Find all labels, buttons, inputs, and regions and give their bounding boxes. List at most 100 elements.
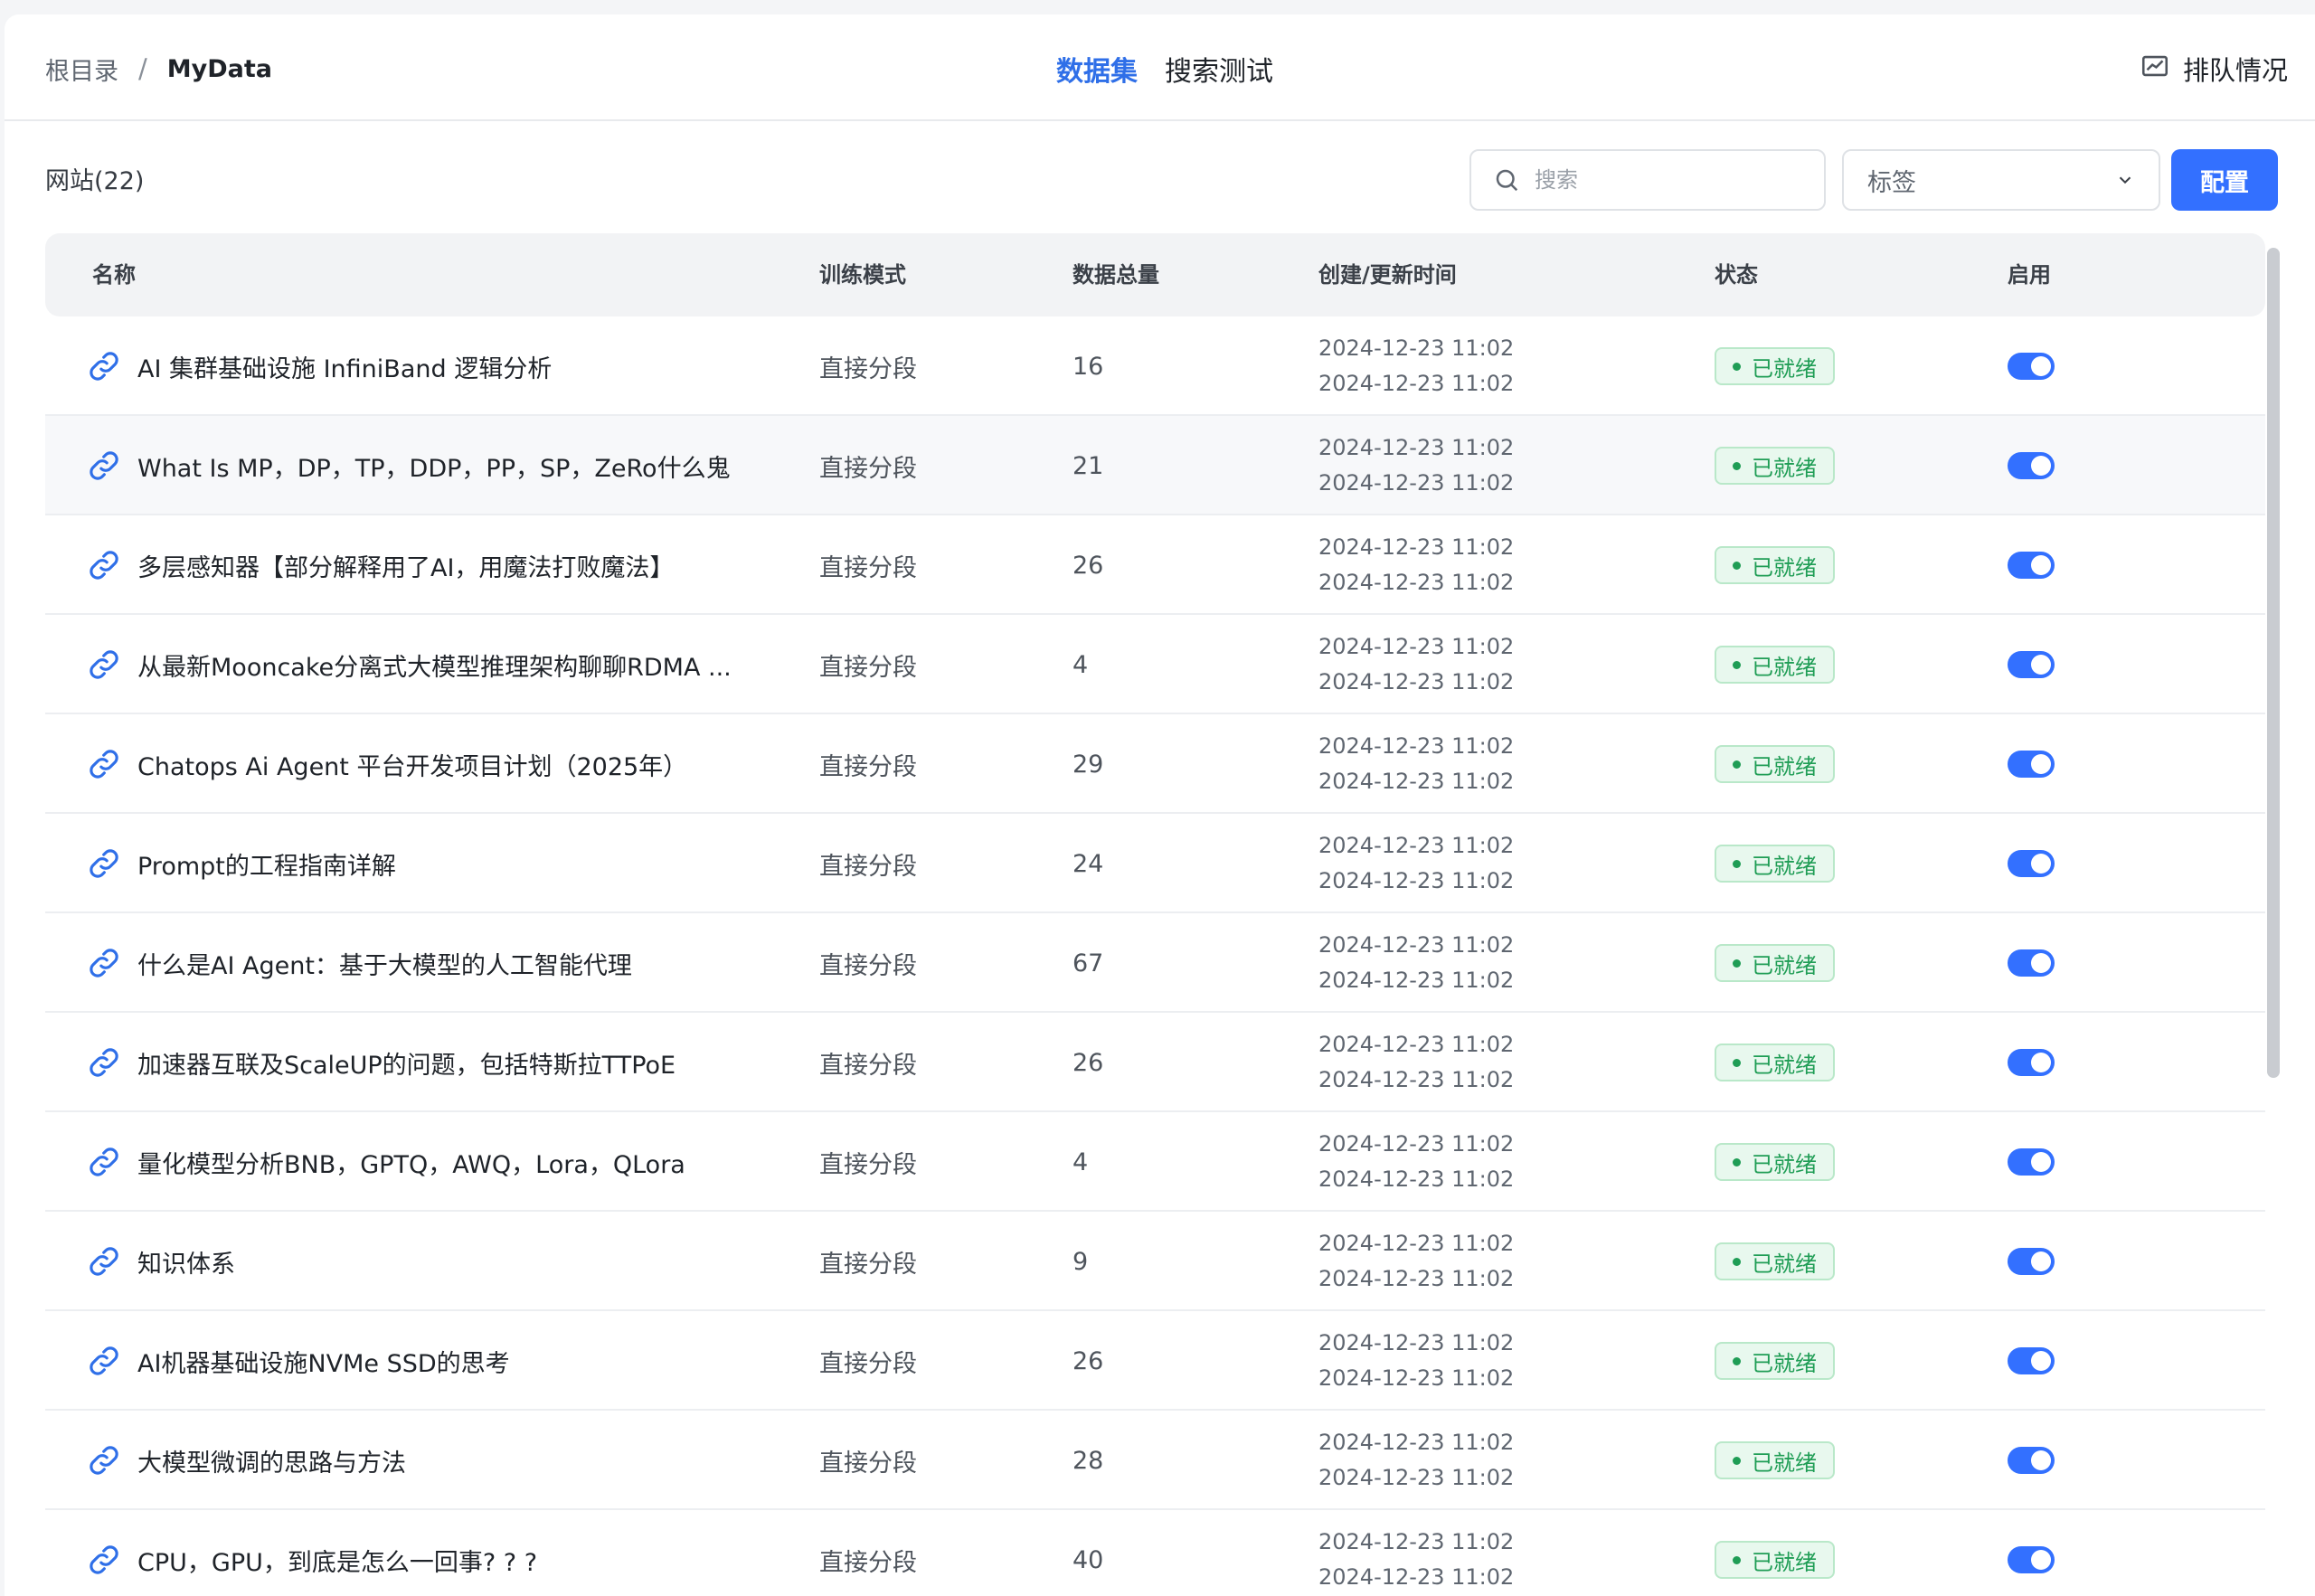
toggle-knob [2031,1251,2051,1271]
status-badge: 已就绪 [1715,845,1835,883]
enable-toggle[interactable] [2008,1546,2055,1573]
data-count: 4 [1072,1147,1089,1176]
status-label: 已就绪 [1752,853,1817,879]
tag-filter-select[interactable]: 标签 [1842,149,2160,211]
toggle-knob [2031,1550,2051,1570]
enable-cell [2008,714,2055,814]
dataset-name-cell[interactable]: 什么是AI Agent：基于大模型的人工智能代理 [87,913,632,1013]
enable-toggle[interactable] [2008,1447,2055,1474]
updated-time: 2024-12-23 11:02 [1318,570,1515,595]
created-time: 2024-12-23 11:02 [1318,1430,1515,1455]
created-time: 2024-12-23 11:02 [1318,1529,1515,1554]
link-icon [87,647,137,682]
status-dot-icon [1733,362,1741,371]
status-label: 已就绪 [1752,1450,1817,1476]
queue-status-button[interactable]: 排队情况 [2140,49,2288,89]
updated-time: 2024-12-23 11:02 [1318,1564,1515,1590]
status-cell: 已就绪 [1715,1411,1835,1510]
dataset-name-cell[interactable]: 知识体系 [87,1212,235,1311]
dataset-name-cell[interactable]: 多层感知器【部分解释用了AI，用魔法打败魔法】 [87,515,674,615]
table-row[interactable]: AI机器基础设施NVMe SSD的思考 直接分段 26 2024-12-23 11:0… [45,1311,2265,1411]
chevron-down-icon [2115,170,2135,190]
enable-toggle[interactable] [2008,850,2055,877]
dataset-name: AI机器基础设施NVMe SSD的思考 [137,1349,510,1378]
table-row[interactable]: CPU，GPU，到底是怎么一回事? ? ? 直接分段 40 2024-12-23 11… [45,1510,2265,1596]
dataset-name: 多层感知器【部分解释用了AI，用魔法打败魔法】 [137,553,675,582]
dataset-name: Prompt的工程指南详解 [137,852,396,881]
table-row[interactable]: What Is MP，DP，TP，DDP，PP，SP，ZeRo什么鬼 直接分段 21… [45,416,2265,515]
table-row[interactable]: Chatops Ai Agent 平台开发项目计划（2025年） 直接分段 29 20… [45,714,2265,814]
status-dot-icon [1733,760,1741,769]
table-row[interactable]: 加速器互联及ScaleUP的问题，包括特斯拉TTPoE 直接分段 26 2024-12… [45,1013,2265,1112]
enable-toggle[interactable] [2008,949,2055,977]
updated-time: 2024-12-23 11:02 [1318,1365,1515,1391]
tab-dataset[interactable]: 数据集 [1056,49,1138,89]
config-button[interactable]: 配置 [2171,149,2278,211]
table-row[interactable]: 多层感知器【部分解释用了AI，用魔法打败魔法】 直接分段 26 2024-12-23 … [45,515,2265,615]
enable-cell [2008,1112,2055,1212]
dataset-name-cell[interactable]: 从最新Mooncake分离式大模型推理架构聊聊RDMA ... [87,615,732,714]
created-time: 2024-12-23 11:02 [1318,833,1515,858]
table-row[interactable]: 知识体系 直接分段 9 2024-12-23 11:02 2024-12-23 11:0… [45,1212,2265,1311]
link-icon [87,1244,137,1279]
toggle-knob [2031,1152,2051,1172]
dataset-name-cell[interactable]: 大模型微调的思路与方法 [87,1411,406,1510]
time-cell: 2024-12-23 11:02 2024-12-23 11:02 [1318,913,1514,1013]
enable-toggle[interactable] [2008,751,2055,778]
table-row[interactable]: AI 集群基础设施 InfiniBand 逻辑分析 直接分段 16 2024-12-2… [45,316,2265,416]
status-cell: 已就绪 [1715,714,1835,814]
toggle-knob [2031,953,2051,973]
enable-toggle[interactable] [2008,552,2055,579]
table-scrollbar[interactable] [2267,248,2280,1078]
enable-toggle[interactable] [2008,452,2055,479]
status-label: 已就绪 [1752,952,1817,978]
dataset-name: 加速器互联及ScaleUP的问题，包括特斯拉TTPoE [137,1051,676,1080]
dataset-name-cell[interactable]: CPU，GPU，到底是怎么一回事? ? ? [87,1510,537,1596]
table-row[interactable]: Prompt的工程指南详解 直接分段 24 2024-12-23 11:02 2024-… [45,814,2265,913]
time-cell: 2024-12-23 11:02 2024-12-23 11:02 [1318,1411,1514,1510]
training-mode: 直接分段 [819,1449,917,1478]
table-row[interactable]: 大模型微调的思路与方法 直接分段 28 2024-12-23 11:02 2024-12… [45,1411,2265,1510]
table-row[interactable]: 量化模型分析BNB，GPTQ，AWQ，Lora，QLora 直接分段 4 2024-1… [45,1112,2265,1212]
column-header-status: 状态 [1715,262,1758,288]
data-count: 29 [1072,750,1104,779]
dataset-name-cell[interactable]: 加速器互联及ScaleUP的问题，包括特斯拉TTPoE [87,1013,676,1112]
data-count: 4 [1072,650,1089,679]
search-input[interactable] [1533,166,1808,194]
breadcrumb-separator: / [138,53,147,84]
link-icon [87,1443,137,1478]
data-count: 40 [1072,1545,1104,1574]
table-row[interactable]: 什么是AI Agent：基于大模型的人工智能代理 直接分段 67 2024-12-23… [45,913,2265,1013]
enable-toggle[interactable] [2008,1148,2055,1176]
dataset-name-cell[interactable]: AI机器基础设施NVMe SSD的思考 [87,1311,510,1411]
created-time: 2024-12-23 11:02 [1318,435,1515,460]
dataset-name: 大模型微调的思路与方法 [137,1449,406,1478]
table-row[interactable]: 从最新Mooncake分离式大模型推理架构聊聊RDMA ... 直接分段 4 2024… [45,615,2265,714]
training-mode: 直接分段 [819,354,917,383]
enable-toggle[interactable] [2008,1049,2055,1076]
enable-toggle[interactable] [2008,651,2055,678]
tab-search-test[interactable]: 搜索测试 [1165,49,1273,89]
breadcrumb-root[interactable]: 根目录 [45,52,118,87]
training-mode: 直接分段 [819,1051,917,1080]
enable-toggle[interactable] [2008,1248,2055,1275]
created-time: 2024-12-23 11:02 [1318,932,1515,958]
status-badge: 已就绪 [1715,745,1835,783]
enable-toggle[interactable] [2008,353,2055,380]
dataset-name-cell[interactable]: What Is MP，DP，TP，DDP，PP，SP，ZeRo什么鬼 [87,416,731,515]
dataset-name-cell[interactable]: Prompt的工程指南详解 [87,814,396,913]
enable-toggle[interactable] [2008,1347,2055,1374]
column-header-enabled: 启用 [2008,262,2051,288]
link-icon [87,548,137,582]
data-count: 9 [1072,1247,1089,1276]
dataset-name-cell[interactable]: 量化模型分析BNB，GPTQ，AWQ，Lora，QLora [87,1112,685,1212]
status-badge: 已就绪 [1715,1441,1835,1479]
search-field[interactable] [1469,149,1826,211]
dataset-name-cell[interactable]: AI 集群基础设施 InfiniBand 逻辑分析 [87,316,552,416]
time-cell: 2024-12-23 11:02 2024-12-23 11:02 [1318,1510,1514,1596]
status-badge: 已就绪 [1715,646,1835,684]
toggle-knob [2031,854,2051,874]
status-cell: 已就绪 [1715,1510,1835,1596]
status-cell: 已就绪 [1715,1013,1835,1112]
dataset-name-cell[interactable]: Chatops Ai Agent 平台开发项目计划（2025年） [87,714,687,814]
